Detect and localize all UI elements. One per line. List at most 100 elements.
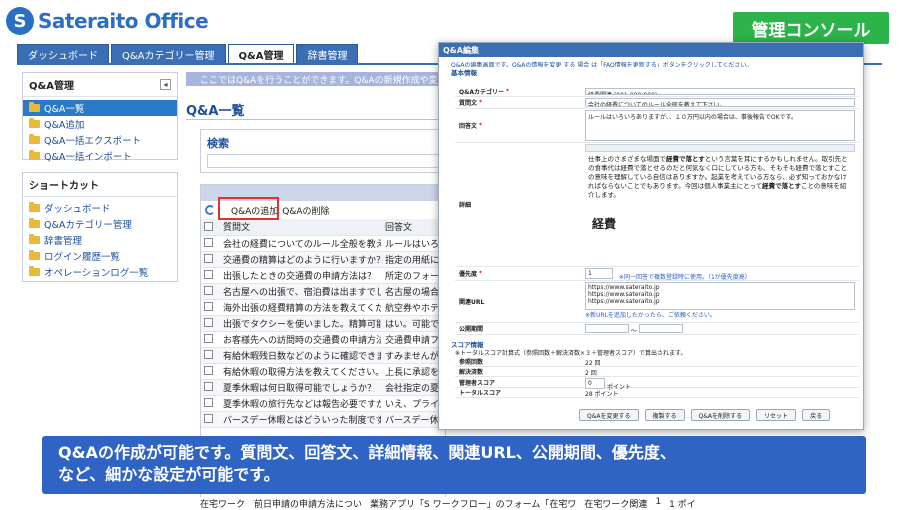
row-checkbox-cell xyxy=(201,283,219,300)
shortcut-operation-log[interactable]: オペレーションログ一覧 xyxy=(23,264,177,280)
folder-icon xyxy=(29,118,40,128)
table-row[interactable]: 名古屋への出張で、宿泊費は出ますでし... 名古屋の場合 xyxy=(201,283,445,300)
tab-qa-category[interactable]: Q&Aカテゴリー管理 xyxy=(111,44,226,64)
detail-content: 仕事上のさまざまな場面で経費で落とすという言葉を耳にするかもしれません。取引先と… xyxy=(585,152,855,232)
column-header-answer[interactable]: 回答文 xyxy=(381,219,445,236)
priority-select[interactable]: 1 xyxy=(585,268,613,279)
answer-cell: 交通費申請フ xyxy=(381,331,445,348)
answer-cell: ルールはいろい xyxy=(381,235,445,252)
table-row[interactable]: 夏季休暇の旅行先などは報告必要ですか？ いえ、プライベ xyxy=(201,395,445,412)
table-row[interactable]: 夏季休暇は何日取得可能でしょうか？ 会社指定の夏 xyxy=(201,379,445,396)
folder-icon xyxy=(29,250,40,260)
row-checkbox[interactable] xyxy=(204,414,213,423)
search-label: 検索 xyxy=(207,137,229,150)
score-row-resolved: 解決済数 2 回 xyxy=(455,367,859,377)
question-cell: 名古屋への出張で、宿泊費は出ますでし... xyxy=(219,283,381,300)
period-start-input[interactable] xyxy=(585,324,629,333)
row-checkbox[interactable] xyxy=(204,254,213,263)
column-header-question[interactable]: 質問文 xyxy=(219,219,381,236)
shortcut-dictionary[interactable]: 辞書管理 xyxy=(23,232,177,248)
tab-qa-management[interactable]: Q&A管理 xyxy=(227,44,295,64)
category-label: Q&Aカテゴリー * xyxy=(459,88,510,96)
update-qa-button[interactable]: Q&Aを変更する xyxy=(579,409,639,421)
sidebar-item-qa-import[interactable]: Q&A一括インポート xyxy=(23,148,177,164)
row-checkbox[interactable] xyxy=(204,270,213,279)
question-cell: 会社の経費についてのルール全般を教え... xyxy=(219,235,381,252)
url-textarea[interactable]: https://www.sateraito.jp https://www.sat… xyxy=(585,282,855,310)
select-all-checkbox[interactable] xyxy=(204,221,213,231)
detail-heading: 経費 xyxy=(592,217,617,231)
table-header-row: 質問文 回答文 xyxy=(201,219,445,236)
sidebar-item-qa-list[interactable]: Q&A一覧 xyxy=(23,100,177,116)
shortcut-dashboard[interactable]: ダッシュボード xyxy=(23,200,177,216)
table-row[interactable]: 有給休暇の取得方法を教えてください。 上長に承認を xyxy=(201,363,445,380)
table-row[interactable]: 会社の経費についてのルール全般を教え... ルールはいろい xyxy=(201,235,445,252)
row-checkbox-cell xyxy=(201,411,219,428)
row-checkbox-cell xyxy=(201,235,219,252)
row-checkbox-cell xyxy=(201,379,219,396)
reset-button[interactable]: リセット xyxy=(756,409,797,421)
tab-dashboard[interactable]: ダッシュボード xyxy=(17,44,109,64)
search-input[interactable] xyxy=(207,154,447,168)
category-select[interactable]: 経費関連 (001-000-000) xyxy=(585,88,855,95)
row-checkbox[interactable] xyxy=(204,398,213,407)
sidebar-item-qa-export[interactable]: Q&A一括エクスポート xyxy=(23,132,177,148)
bottom-cell-question: 在宅ワーク 前日申請の申請方法につい xyxy=(200,500,363,510)
bottom-cell-score: 1 ポイ xyxy=(669,500,696,510)
row-checkbox[interactable] xyxy=(204,286,213,295)
shortcut-qa-category[interactable]: Q&Aカテゴリー管理 xyxy=(23,216,177,232)
back-button[interactable]: 戻る xyxy=(802,409,831,421)
answer-cell: バースデー休暇 xyxy=(381,411,445,428)
sidebar-shortcut-header: ショートカット xyxy=(23,173,177,197)
url-field: https://www.sateraito.jp https://www.sat… xyxy=(585,282,855,321)
delete-qa-button[interactable]: Q&Aの削除 xyxy=(282,204,329,217)
answer-textarea[interactable]: ルールはいろいろありますが、、１０万円以内の場合は、事後報告でOKです。 xyxy=(585,110,855,141)
period-end-input[interactable] xyxy=(638,324,683,333)
table-row[interactable]: 海外出張の経費精算の方法を教えてくだ... 航空券やホテル xyxy=(201,299,445,316)
row-checkbox[interactable] xyxy=(204,382,213,391)
table-row[interactable]: 有給休暇残日数などのように確認できま... すみませんが、 xyxy=(201,347,445,364)
row-checkbox[interactable] xyxy=(204,302,213,311)
period-separator: 〜 xyxy=(630,328,637,335)
sidebar-qa-panel: Q&A管理 ◂ Q&A一覧 Q&A追加 Q&A一括エクスポート Q&A一括インポ… xyxy=(22,72,178,163)
table-row[interactable]: お客様先への訪問時の交通費の申請方法... 交通費申請フ xyxy=(201,331,445,348)
row-checkbox-cell xyxy=(201,267,219,284)
tab-dictionary[interactable]: 辞書管理 xyxy=(296,44,359,64)
admin-score-label: 管理者スコア xyxy=(459,379,496,387)
folder-icon xyxy=(29,266,40,276)
duplicate-button[interactable]: 複製する xyxy=(644,409,685,421)
collapse-icon[interactable]: ◂ xyxy=(160,79,171,90)
delete-qa-dialog-button[interactable]: Q&Aを削除する xyxy=(690,409,751,421)
dialog-description: Q&Aの編集画面です。Q&Aの情報を変更 する 場合 は「FAQ情報を更新する」… xyxy=(451,62,753,67)
table-row[interactable]: 出張したときの交通費の申請方法は？ 所定のフォーム xyxy=(201,267,445,284)
caption-line-1: Q&Aの作成が可能です。質問文、回答文、詳細情報、関連URL、公開期間、優先度、 xyxy=(58,443,676,462)
shortcut-login-history[interactable]: ログイン履歴一覧 xyxy=(23,248,177,264)
sidebar-item-qa-add[interactable]: Q&A追加 xyxy=(23,116,177,132)
answer-cell: 航空券やホテル xyxy=(381,299,445,316)
refresh-icon[interactable] xyxy=(205,205,215,215)
score-row-admin: 管理者スコア 0 ポイント xyxy=(455,377,859,391)
row-checkbox[interactable] xyxy=(204,334,213,343)
editor-toolbar[interactable] xyxy=(585,144,855,152)
question-cell: バースデー休暇とはどういった制度です... xyxy=(219,411,381,428)
views-label: 参照回数 xyxy=(459,359,484,366)
question-cell: 交通費の精算はどのように行いますか？ xyxy=(219,251,381,268)
folder-icon xyxy=(29,150,40,160)
views-value: 22 回 xyxy=(585,360,601,367)
table-row[interactable]: 交通費の精算はどのように行いますか？ 指定の用紙に xyxy=(201,251,445,268)
title-divider xyxy=(186,119,446,120)
row-checkbox[interactable] xyxy=(204,238,213,247)
row-checkbox[interactable] xyxy=(204,366,213,375)
score-note: ※トータルスコア計算式（参照回数＋解決済数×３＋管理者スコア）で算出されます。 xyxy=(455,350,687,357)
row-checkbox-cell xyxy=(201,395,219,412)
row-checkbox-cell xyxy=(201,299,219,316)
detail-editor[interactable]: 仕事上のさまざまな場面で経費で落とすという言葉を耳にするかもしれません。取引先と… xyxy=(585,144,855,265)
row-checkbox[interactable] xyxy=(204,350,213,359)
answer-cell: 名古屋の場合 xyxy=(381,283,445,300)
row-checkbox[interactable] xyxy=(204,318,213,327)
folder-icon xyxy=(29,218,40,228)
question-cell: 夏季休暇の旅行先などは報告必要ですか？ xyxy=(219,395,381,412)
table-row[interactable]: バースデー休暇とはどういった制度です... バースデー休暇 xyxy=(201,411,445,428)
table-row[interactable]: 出張でタクシーを使いました。精算可能... はい。可能で xyxy=(201,315,445,332)
question-input[interactable]: 会社の経費についてのルール全般を教えて下さい。 xyxy=(585,98,855,107)
